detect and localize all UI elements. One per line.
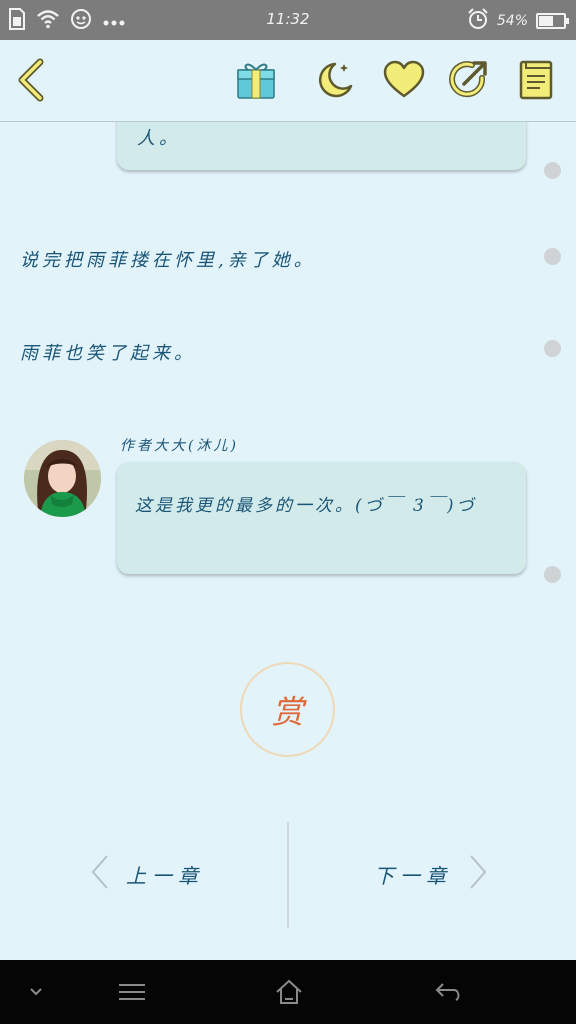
home-button[interactable] xyxy=(275,978,303,1006)
next-chapter-button[interactable]: 下一章 xyxy=(374,852,488,896)
back-nav-button[interactable] xyxy=(434,978,462,1006)
author-avatar[interactable] xyxy=(24,440,101,517)
alarm-icon xyxy=(467,8,489,34)
author-message-bubble: 这是我更的最多的一次。(づ￣ 3￣)づ xyxy=(117,462,526,574)
comment-dot[interactable] xyxy=(544,340,561,357)
share-icon xyxy=(446,61,490,106)
dialog-text: 人。 xyxy=(137,128,181,149)
book-icon xyxy=(516,60,560,106)
chevron-down-icon xyxy=(26,988,46,1010)
author-message-text: 这是我更的最多的一次。(づ￣ 3￣)づ xyxy=(135,496,477,516)
dialog-bubble: 人。 xyxy=(117,122,526,170)
reader-toolbar xyxy=(0,40,576,122)
chevron-left-icon xyxy=(90,854,110,895)
chapter-nav-divider xyxy=(287,822,289,928)
prev-chapter-label: 上一章 xyxy=(126,863,204,888)
narration-text: 雨菲也笑了起来。 xyxy=(20,343,196,364)
back-arrow-icon xyxy=(10,58,54,106)
comment-dot[interactable] xyxy=(544,566,561,583)
bookshelf-button[interactable] xyxy=(516,58,560,102)
reward-button[interactable]: 赏 xyxy=(240,662,335,757)
narration-text: 说完把雨菲搂在怀里,亲了她。 xyxy=(20,250,316,271)
status-bar: 11:32 54% xyxy=(0,0,576,40)
reward-label: 赏 xyxy=(271,692,304,731)
system-nav-bar xyxy=(0,960,576,1024)
status-right-icons: 54% xyxy=(467,8,569,34)
back-icon xyxy=(434,983,462,1010)
back-button[interactable] xyxy=(10,58,54,102)
gift-icon xyxy=(234,63,278,106)
comment-dot[interactable] xyxy=(544,162,561,179)
prev-chapter-button[interactable]: 上一章 xyxy=(90,852,204,896)
battery-icon xyxy=(536,13,569,29)
chevron-right-icon xyxy=(468,854,488,895)
favorite-button[interactable] xyxy=(382,58,426,102)
heart-icon xyxy=(382,60,426,106)
menu-button[interactable] xyxy=(118,978,146,1006)
comment-dot[interactable] xyxy=(544,248,561,265)
collapse-nav-button[interactable] xyxy=(26,978,46,1006)
battery-fill xyxy=(539,16,554,26)
next-chapter-label: 下一章 xyxy=(374,863,452,888)
gift-button[interactable] xyxy=(234,58,278,102)
share-button[interactable] xyxy=(446,58,490,102)
battery-percent: 54% xyxy=(496,13,528,29)
author-name: 作者大大(沐儿) xyxy=(120,438,239,454)
moon-icon xyxy=(311,62,355,106)
night-mode-button[interactable] xyxy=(311,58,355,102)
home-icon xyxy=(275,979,303,1010)
menu-icon xyxy=(118,984,146,1010)
story-content: 人。 说完把雨菲搂在怀里,亲了她。 雨菲也笑了起来。 作者大大(沐儿) 这是我更… xyxy=(0,122,576,960)
